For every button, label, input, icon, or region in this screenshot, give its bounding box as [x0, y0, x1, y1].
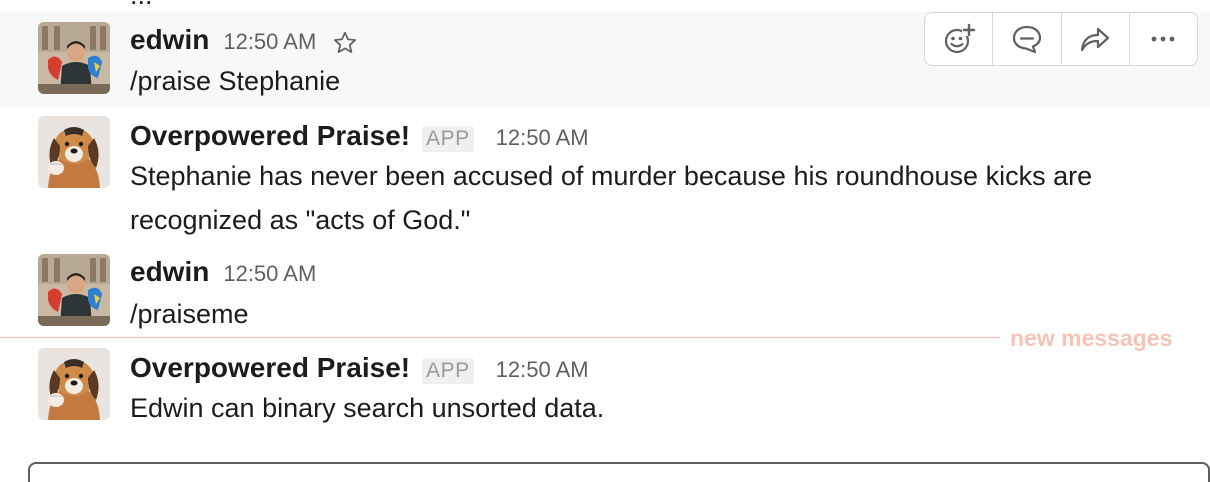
avatar[interactable] — [38, 254, 110, 326]
share-icon — [1081, 27, 1110, 52]
timestamp[interactable]: 12:50 AM — [496, 357, 589, 383]
timestamp[interactable]: 12:50 AM — [223, 261, 316, 287]
reply-thread-icon — [1012, 25, 1041, 54]
star-icon[interactable] — [332, 30, 358, 56]
author-name[interactable]: Overpowered Praise! — [130, 352, 410, 384]
previous-message-text: ... — [130, 0, 930, 10]
author-name[interactable]: edwin — [130, 24, 209, 56]
author-name[interactable]: edwin — [130, 256, 209, 288]
add-reaction-button[interactable] — [925, 13, 994, 65]
new-messages-divider — [0, 337, 1000, 338]
avatar[interactable] — [38, 22, 110, 94]
message-row[interactable]: Overpowered Praise! APP 12:50 AM Stephan… — [0, 108, 1210, 243]
add-reaction-icon — [944, 23, 976, 54]
reply-in-thread-button[interactable] — [993, 13, 1062, 65]
message-composer[interactable] — [28, 462, 1210, 482]
message-row[interactable]: edwin 12:50 AM /praiseme — [0, 244, 1210, 334]
avatar[interactable] — [38, 116, 110, 188]
message-row[interactable]: edwin 12:50 AM /praise Stephanie — [0, 12, 1210, 107]
author-name[interactable]: Overpowered Praise! — [130, 120, 410, 152]
app-badge: APP — [422, 358, 474, 384]
message-text: Edwin can binary search unsorted data. — [130, 393, 605, 423]
more-actions-icon — [1151, 36, 1175, 42]
share-message-button[interactable] — [1062, 13, 1130, 65]
message-row[interactable]: Overpowered Praise! APP 12:50 AM Edwin c… — [0, 344, 1210, 439]
timestamp[interactable]: 12:50 AM — [223, 29, 316, 55]
timestamp[interactable]: 12:50 AM — [496, 125, 589, 151]
message-text: Stephanie has never been accused of murd… — [130, 161, 1093, 235]
app-badge: APP — [422, 126, 474, 152]
message-actions-toolbar — [924, 12, 1198, 66]
more-actions-button[interactable] — [1130, 13, 1197, 65]
message-text: /praiseme — [130, 299, 249, 329]
avatar[interactable] — [38, 348, 110, 420]
